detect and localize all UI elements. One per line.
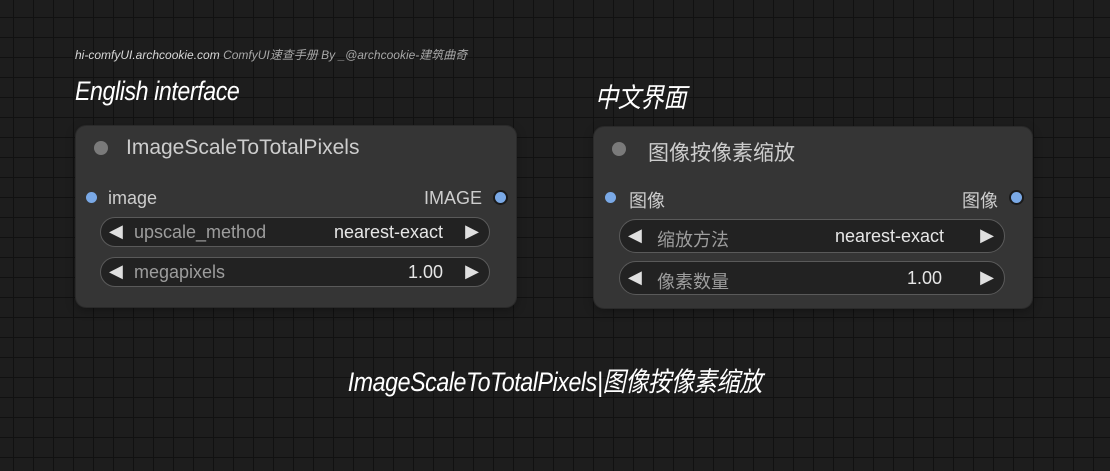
widget-value[interactable]: nearest-exact [835, 226, 944, 247]
widget-name: 像素数量 [657, 272, 729, 292]
node-image-scale-en[interactable]: ImageScaleToTotalPixels image IMAGE ◀ up… [76, 126, 516, 307]
widget-name: 缩放方法 [657, 230, 729, 250]
widget-value[interactable]: 1.00 [408, 262, 443, 283]
input-slot-image-icon[interactable] [605, 192, 616, 203]
increment-arrow-icon[interactable]: ▶ [465, 221, 479, 242]
input-slot-image-icon[interactable] [86, 192, 97, 203]
collapse-dot-icon[interactable] [94, 141, 108, 155]
node-title-bar[interactable]: 图像按像素缩放 [594, 127, 1032, 171]
collapse-dot-icon[interactable] [612, 142, 626, 156]
decrement-arrow-icon[interactable]: ◀ [109, 261, 123, 282]
decrement-arrow-icon[interactable]: ◀ [109, 221, 123, 242]
credit-text: ComfyUI速查手册 By _@archcookie-建筑曲奇 [223, 48, 468, 62]
widget-megapixels[interactable]: ◀ megapixels 1.00 ▶ [100, 257, 490, 287]
node-image-scale-zh[interactable]: 图像按像素缩放 图像 图像 ◀ 缩放方法 nearest-exact ▶ ◀ 像… [594, 127, 1032, 308]
english-interface-label: English interface [75, 76, 240, 106]
widget-pixel-count[interactable]: ◀ 像素数量 1.00 ▶ [619, 261, 1005, 295]
widget-name: upscale_method [134, 222, 267, 242]
widget-upscale-method[interactable]: ◀ upscale_method nearest-exact ▶ [100, 217, 490, 247]
input-slot-label: 图像 [629, 191, 665, 211]
increment-arrow-icon[interactable]: ▶ [980, 225, 994, 246]
node-title: 图像按像素缩放 [648, 142, 795, 165]
caption: ImageScaleToTotalPixels|图像按像素缩放 [0, 360, 1110, 399]
decrement-arrow-icon[interactable]: ◀ [628, 225, 642, 246]
decrement-arrow-icon[interactable]: ◀ [628, 267, 642, 288]
node-title-bar[interactable]: ImageScaleToTotalPixels [76, 126, 516, 170]
widget-scale-method[interactable]: ◀ 缩放方法 nearest-exact ▶ [619, 219, 1005, 253]
output-slot-label: IMAGE [423, 188, 482, 208]
increment-arrow-icon[interactable]: ▶ [465, 261, 479, 282]
caption-text: ImageScaleToTotalPixels|图像按像素缩放 [347, 367, 763, 397]
widget-value[interactable]: 1.00 [907, 268, 942, 289]
chinese-interface-label: 中文界面 [595, 83, 687, 113]
output-slot-image-icon[interactable] [1011, 192, 1022, 203]
input-slot-label: image [108, 188, 158, 208]
widget-name: megapixels [134, 262, 226, 282]
increment-arrow-icon[interactable]: ▶ [980, 267, 994, 288]
output-slot-label: 图像 [962, 191, 998, 211]
widget-value[interactable]: nearest-exact [334, 222, 443, 243]
output-slot-image-icon[interactable] [495, 192, 506, 203]
node-title: ImageScaleToTotalPixels [126, 136, 360, 159]
credit-line: hi-comfyUI.archcookie.com ComfyUI速查手册 By… [75, 46, 467, 63]
credit-site: hi-comfyUI.archcookie.com [75, 48, 220, 62]
